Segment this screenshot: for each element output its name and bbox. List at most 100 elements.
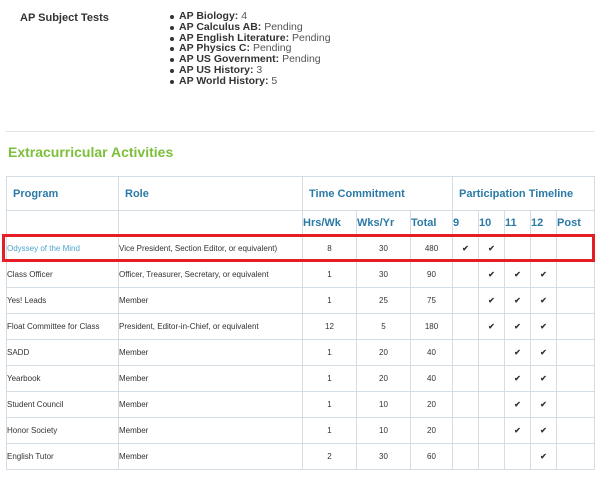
total-header: Total [409, 210, 454, 236]
grade-10-cell [478, 417, 506, 444]
grade-9-cell [452, 365, 480, 392]
hrs-wk-cell: 1 [302, 261, 357, 288]
checkmark-icon: ✔ [540, 452, 547, 461]
hrs-wk-cell: 12 [302, 313, 357, 340]
program-link[interactable]: Student Council [6, 391, 119, 418]
grade-12-cell: ✔ [530, 287, 558, 314]
checkmark-icon: ✔ [462, 244, 469, 253]
grade-9-cell [452, 339, 480, 366]
hrs-wk-cell: 8 [302, 235, 357, 262]
grade-10-cell: ✔ [478, 235, 506, 262]
grade-post-cell [556, 261, 596, 288]
grade-12-cell: ✔ [530, 261, 558, 288]
program-link[interactable]: SADD [6, 339, 119, 366]
total-cell: 20 [409, 391, 454, 418]
table-subheader-row: Hrs/Wk Wks/Yr Total 9 10 11 12 Post [6, 210, 596, 236]
grade-11-cell [504, 443, 532, 470]
program-link[interactable]: Float Committee for Class [6, 313, 119, 340]
wks-yr-cell: 30 [356, 235, 411, 262]
grade-post-cell [556, 365, 596, 392]
section-divider [6, 131, 594, 132]
post-header: Post [556, 210, 596, 236]
ap-test-status: 5 [271, 74, 278, 87]
program-link[interactable]: Class Officer [6, 261, 119, 288]
grade-11-cell: ✔ [504, 391, 532, 418]
total-cell: 180 [409, 313, 454, 340]
checkmark-icon: ✔ [540, 322, 547, 331]
grade-12-cell: ✔ [530, 313, 558, 340]
checkmark-icon: ✔ [488, 322, 495, 331]
grade-post-cell [556, 339, 596, 366]
grade-9-cell [452, 417, 480, 444]
grade-10-cell [478, 339, 506, 366]
wks-yr-cell: 25 [356, 287, 411, 314]
role-header: Role [118, 176, 303, 211]
grade-12-cell: ✔ [530, 417, 558, 444]
grade-post-cell [556, 391, 596, 418]
checkmark-icon: ✔ [514, 270, 521, 279]
program-link[interactable]: Yes! Leads [6, 287, 119, 314]
wks-yr-cell: 5 [356, 313, 411, 340]
table-row: Honor Society Member 1 10 20 ✔ ✔ [6, 417, 596, 444]
table-row: SADD Member 1 20 40 ✔ ✔ [6, 339, 596, 366]
ap-test-list: AP Biology: 4 AP Calculus AB: Pending AP… [166, 11, 331, 87]
ap-test-status: Pending [292, 31, 331, 44]
checkmark-icon: ✔ [540, 296, 547, 305]
checkmark-icon: ✔ [514, 374, 521, 383]
checkmark-icon: ✔ [488, 296, 495, 305]
wks-yr-cell: 20 [356, 365, 411, 392]
checkmark-icon: ✔ [514, 322, 521, 331]
wks-yr-cell: 20 [356, 339, 411, 366]
checkmark-icon: ✔ [540, 270, 547, 279]
ap-test-subject: AP World History: [179, 74, 269, 87]
program-link[interactable]: Yearbook [6, 365, 119, 392]
wks-yr-cell: 30 [356, 261, 411, 288]
hrs-wk-cell: 1 [302, 391, 357, 418]
grade-11-cell: ✔ [504, 261, 532, 288]
grade-11-cell: ✔ [504, 313, 532, 340]
program-link[interactable]: English Tutor [6, 443, 119, 470]
hrs-wk-cell: 1 [302, 287, 357, 314]
total-cell: 40 [409, 365, 454, 392]
role-cell: Member [118, 443, 303, 470]
grade-post-cell [556, 287, 596, 314]
time-commitment-header: Time Commitment [301, 176, 454, 211]
table-row: Odyssey of the Mind Vice President, Secti… [6, 235, 596, 262]
wks-yr-header: Wks/Yr [356, 210, 411, 236]
grade-post-cell [556, 313, 596, 340]
grade-12-cell: ✔ [530, 443, 558, 470]
role-cell: Member [118, 417, 303, 444]
grade-9-cell [452, 443, 480, 470]
ap-test-status: Pending [282, 53, 321, 66]
checkmark-icon: ✔ [540, 374, 547, 383]
total-cell: 20 [409, 417, 454, 444]
hrs-wk-cell: 1 [302, 339, 357, 366]
role-cell: Officer, Treasurer, Secretary, or equiva… [118, 261, 303, 288]
hrs-wk-cell: 1 [302, 365, 357, 392]
grade-12-header: 12 [530, 210, 558, 236]
table-row: English Tutor Member 2 30 60 ✔ [6, 443, 596, 470]
total-cell: 90 [409, 261, 454, 288]
checkmark-icon: ✔ [540, 426, 547, 435]
table-row: Student Council Member 1 10 20 ✔ ✔ [6, 391, 596, 418]
hrs-wk-cell: 1 [302, 417, 357, 444]
grade-11-cell: ✔ [504, 287, 532, 314]
grade-10-cell: ✔ [478, 287, 506, 314]
hrs-wk-header: Hrs/Wk [302, 210, 357, 236]
total-cell: 480 [409, 235, 454, 262]
wks-yr-cell: 30 [356, 443, 411, 470]
grade-9-cell [452, 313, 480, 340]
ap-test-item: AP World History: 5 [170, 74, 331, 87]
program-link[interactable]: Odyssey of the Mind [6, 235, 119, 262]
grade-11-cell: ✔ [504, 417, 532, 444]
table-row: Class Officer Officer, Treasurer, Secreta… [6, 261, 596, 288]
grade-9-cell [452, 287, 480, 314]
grade-9-cell [452, 391, 480, 418]
program-link[interactable]: Honor Society [6, 417, 119, 444]
table-row: Yes! Leads Member 1 25 75 ✔ ✔ ✔ [6, 287, 596, 314]
grade-10-cell [478, 391, 506, 418]
ap-subject-tests-section: AP Subject Tests AP Biology: 4 AP Calcul… [0, 0, 600, 100]
role-cell: Member [118, 339, 303, 366]
total-cell: 75 [409, 287, 454, 314]
program-header: Program [6, 176, 119, 211]
